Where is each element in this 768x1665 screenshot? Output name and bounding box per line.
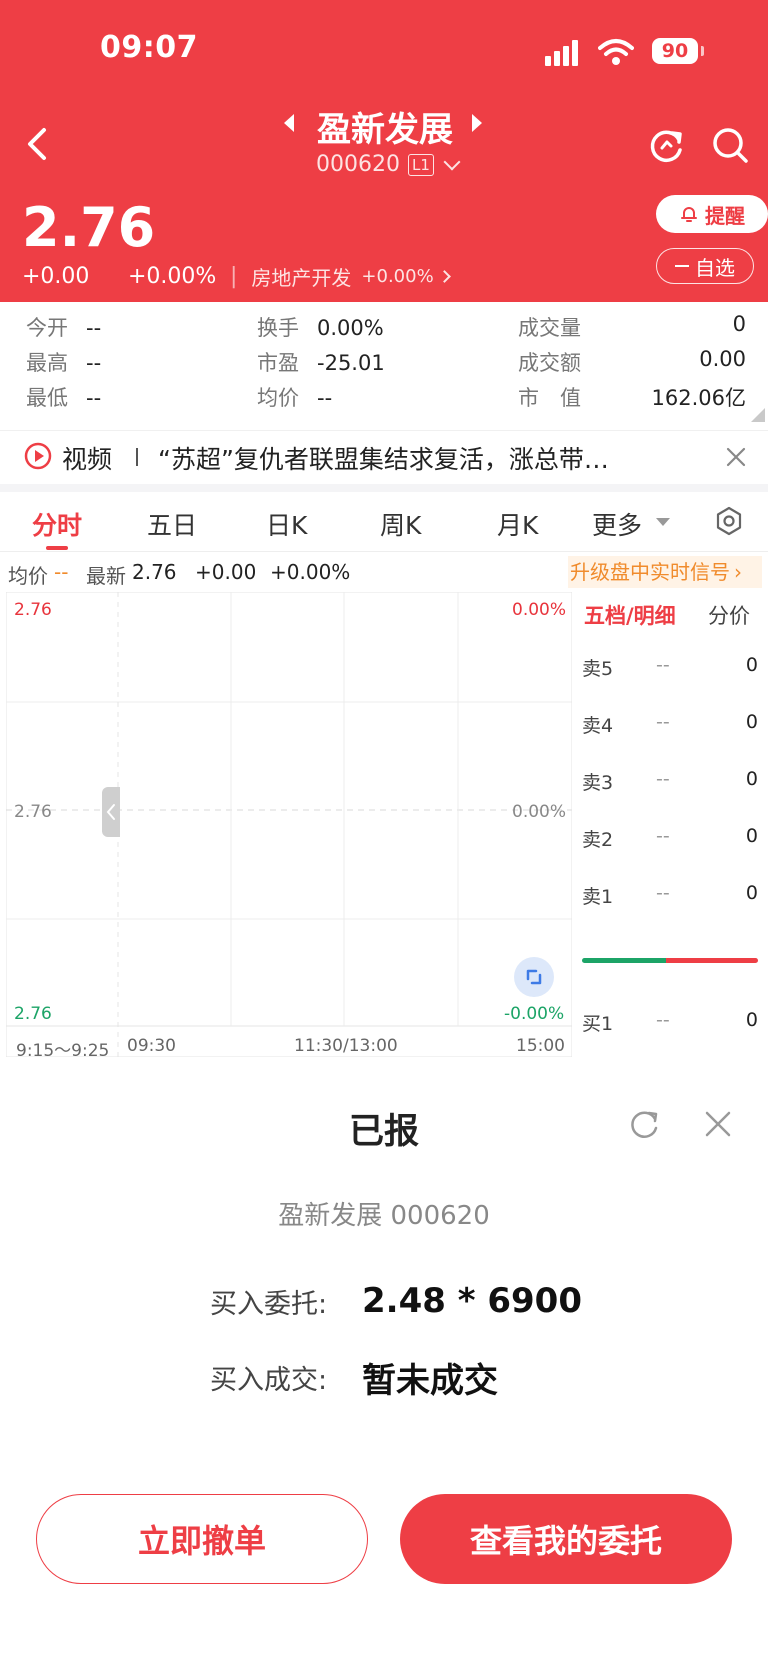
price-change-row: +0.00 +0.00% | 房地产开发 +0.00% bbox=[22, 262, 451, 291]
order-status-sheet: 已报 盈新发展 000620 买入委托: 2.48 * 6900 买入成交: 暂… bbox=[0, 1057, 768, 1665]
latest-change-pct: +0.00% bbox=[270, 560, 351, 584]
x-axis-label: 11:30/13:00 bbox=[294, 1036, 398, 1056]
tab-daily-k[interactable]: 日K bbox=[266, 506, 307, 542]
minus-icon bbox=[675, 265, 689, 267]
alert-label: 提醒 bbox=[705, 203, 745, 228]
view-orders-button[interactable]: 查看我的委托 bbox=[400, 1494, 732, 1584]
y-axis-top-label: 2.76 bbox=[14, 600, 52, 620]
order-stock-label: 盈新发展 000620 bbox=[278, 1201, 490, 1231]
y-axis-right-bottom-label: -0.00% bbox=[504, 1004, 565, 1024]
stock-code-row[interactable]: 000620 L1 bbox=[316, 152, 461, 177]
order-entrust-value: 2.48 * 6900 bbox=[362, 1281, 582, 1321]
stock-name: 盈新发展 bbox=[317, 110, 453, 150]
back-arrow-icon[interactable] bbox=[22, 124, 52, 164]
stat-high: 最高 -- bbox=[26, 351, 102, 375]
play-circle-icon bbox=[24, 442, 52, 470]
chevron-left-icon bbox=[106, 804, 115, 820]
tab-five-day[interactable]: 五日 bbox=[147, 506, 197, 542]
order-book-panel: 五档/明细 分价 卖5 -- 0 卖4 -- 0 卖3 -- 0 卖2 -- 0 卖1 -- 0 买… bbox=[572, 592, 768, 1057]
y-axis-mid-label: 2.76 bbox=[14, 802, 52, 822]
stat-avg-price: 均价 -- bbox=[257, 386, 333, 410]
news-headline[interactable]: “苏超”复仇者联盟集结求复活，涨总带… bbox=[158, 440, 678, 476]
chart-tabs: 分时 五日 日K 周K 月K 更多 bbox=[0, 492, 768, 552]
buy-sell-ratio-bar bbox=[582, 958, 758, 963]
cellular-signal-icon bbox=[545, 40, 585, 66]
y-axis-right-mid-label: 0.00% bbox=[512, 802, 567, 822]
order-entrust-label: 买入委托: bbox=[210, 1288, 328, 1320]
tab-depth[interactable]: 五档/明细 bbox=[584, 600, 676, 630]
refresh-icon[interactable] bbox=[628, 1107, 662, 1141]
latest-label: 最新 bbox=[86, 564, 126, 588]
stock-stats-panel[interactable]: 今开 -- 最高 -- 最低 -- 换手 0.00% 市盈 -25.01 均价 -- 成交量… bbox=[0, 302, 768, 428]
upgrade-label: 升级盘中实时信号 bbox=[570, 560, 730, 584]
tab-monthly-k[interactable]: 月K bbox=[497, 506, 538, 542]
status-time: 09:07 bbox=[100, 30, 198, 65]
tab-price-distribution[interactable]: 分价 bbox=[708, 600, 750, 630]
y-axis-bottom-label: 2.76 bbox=[14, 1004, 52, 1024]
section-divider bbox=[0, 484, 768, 492]
drawer-handle[interactable] bbox=[102, 787, 120, 837]
stat-market-cap: 市 值 162.06亿 bbox=[518, 386, 746, 410]
news-label: 视频 bbox=[62, 445, 113, 474]
tab-more[interactable]: 更多 bbox=[592, 506, 642, 542]
next-stock-icon[interactable] bbox=[472, 114, 482, 132]
chevron-right-icon: › bbox=[734, 560, 742, 584]
caret-down-icon bbox=[656, 518, 670, 526]
avg-value: -- bbox=[54, 560, 69, 584]
y-axis-right-top-label: 0.00% bbox=[512, 600, 567, 620]
fullscreen-button[interactable] bbox=[514, 957, 554, 997]
order-fill-label: 买入成交: bbox=[210, 1365, 328, 1396]
expand-corner-icon[interactable] bbox=[751, 408, 765, 422]
latest-value: 2.76 bbox=[132, 560, 177, 584]
avg-label: 均价 bbox=[8, 564, 48, 588]
watchlist-button[interactable]: 自选 bbox=[656, 248, 754, 284]
stock-code: 000620 bbox=[316, 152, 400, 177]
tab-weekly-k[interactable]: 周K bbox=[380, 506, 421, 542]
order-fill-row: 买入成交: 暂未成交 bbox=[210, 1353, 498, 1402]
refresh-icon[interactable] bbox=[648, 126, 686, 164]
x-axis-label: 15:00 bbox=[516, 1036, 565, 1056]
stat-amount: 成交额 0.00 bbox=[518, 347, 746, 375]
stat-pe: 市盈 -25.01 bbox=[257, 351, 385, 375]
upgrade-signal-button[interactable]: 升级盘中实时信号 › bbox=[568, 556, 762, 588]
order-entrust-row: 买入委托: 2.48 * 6900 bbox=[210, 1281, 582, 1321]
wifi-icon bbox=[598, 39, 634, 65]
price-change: +0.00 bbox=[22, 264, 90, 289]
expand-icon bbox=[526, 969, 542, 985]
latest-change: +0.00 bbox=[195, 560, 257, 584]
close-icon[interactable] bbox=[701, 1107, 735, 1141]
level-badge: L1 bbox=[407, 153, 434, 176]
current-price: 2.76 bbox=[22, 196, 156, 259]
stat-volume: 成交量 0 bbox=[518, 312, 746, 340]
cancel-order-button[interactable]: 立即撤单 bbox=[36, 1494, 368, 1584]
settings-icon[interactable] bbox=[714, 506, 744, 536]
stat-open: 今开 -- bbox=[26, 316, 102, 340]
x-axis-label: 09:30 bbox=[127, 1036, 176, 1056]
chevron-right-icon bbox=[437, 270, 451, 283]
bell-icon bbox=[681, 207, 697, 222]
stock-header: 09:07 90 盈新发展 000620 L1 2.76 +0.00 +0.00… bbox=[0, 0, 768, 302]
order-fill-value: 暂未成交 bbox=[362, 1361, 498, 1401]
sector-name[interactable]: 房地产开发 bbox=[251, 262, 351, 291]
active-tab-indicator bbox=[46, 546, 68, 550]
divider: | bbox=[230, 264, 238, 289]
stat-turnover: 换手 0.00% bbox=[257, 316, 384, 340]
stat-low: 最低 -- bbox=[26, 386, 102, 410]
price-change-pct: +0.00% bbox=[128, 264, 217, 289]
sector-change-pct[interactable]: +0.00% bbox=[361, 266, 433, 287]
search-icon[interactable] bbox=[711, 126, 749, 164]
battery-icon: 90 bbox=[652, 38, 704, 64]
news-divider bbox=[136, 448, 138, 466]
intraday-chart[interactable] bbox=[6, 592, 572, 1057]
close-icon[interactable] bbox=[723, 444, 749, 470]
tab-intraday[interactable]: 分时 bbox=[32, 506, 82, 542]
chevron-down-icon bbox=[443, 153, 461, 170]
watchlist-label: 自选 bbox=[695, 255, 735, 280]
alert-button[interactable]: 提醒 bbox=[656, 195, 768, 233]
